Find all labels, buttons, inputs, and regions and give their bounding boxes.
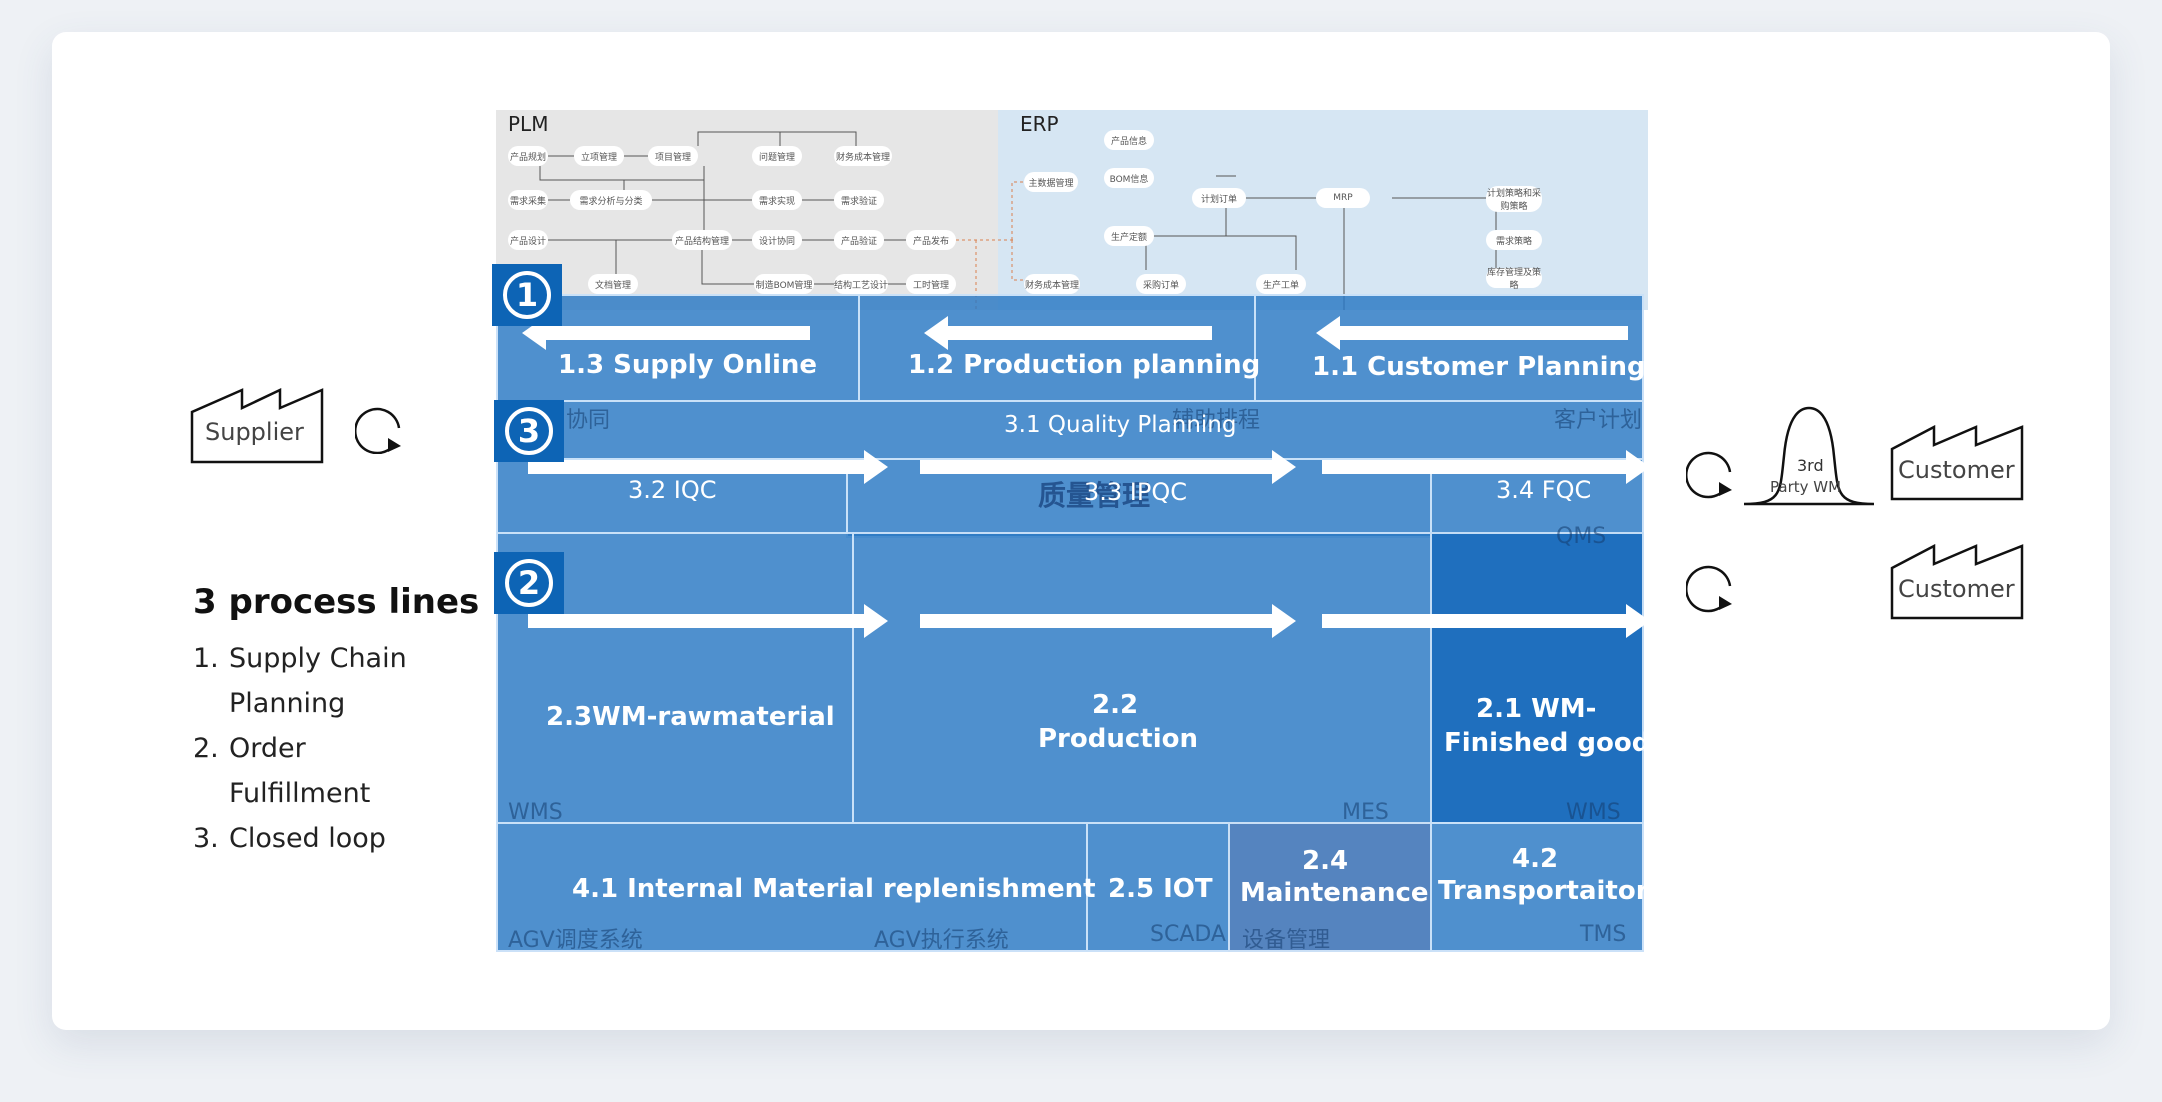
architecture-diagram: PLM ERP 产品规划 立项管理 项目管理 问题管理 财务成本管理 需求采集 … [492,110,1666,953]
plm-node: 工时管理 [906,274,956,294]
plm-node: 产品发布 [906,230,956,250]
process-lines-list: 1. Supply Chain Planning 2. Order Fulfillm… [193,636,449,861]
erp-node: BOM信息 [1104,168,1154,188]
system-label-tms: TMS [1580,922,1627,947]
erp-node: 采购订单 [1136,274,1186,294]
flow-arrow-left [1316,316,1628,350]
label-2-1-line1: 2.1 WM- [1476,694,1597,724]
cycle-icon [1685,444,1740,504]
plm-node: 需求采集 [508,190,548,210]
third-party-label-bottom: Party WM [1770,478,1842,496]
plm-node: 财务成本管理 [834,146,892,166]
plm-node: 立项管理 [574,146,624,166]
label-1-1: 1.1 Customer Planning [1312,352,1646,382]
erp-node: 主数据管理 [1024,172,1078,192]
flow-arrow-right [1322,450,1650,484]
label-2-1-line2: Finished goods [1444,728,1666,758]
label-3-4: 3.4 FQC [1496,476,1592,504]
system-label-wms-right: WMS [1566,800,1621,825]
erp-node: 计划订单 [1192,188,1246,208]
system-label-agv-exec: AGV执行系统 [874,928,1009,953]
supplier-label: Supplier [205,418,304,446]
flow-arrow-left [924,316,1212,350]
badge-process-line-1: 1 [492,264,562,326]
system-label-wms-left: WMS [508,800,563,825]
flow-arrow-right [528,450,888,484]
erp-node: 产品信息 [1104,130,1154,150]
list-item: 2. Order Fulfillment [193,733,371,809]
plm-node: 产品结构管理 [672,230,732,250]
plm-node: 需求实现 [752,190,802,210]
label-4-2-line1: 4.2 [1512,844,1559,874]
erp-node: 生产定额 [1104,226,1154,246]
system-label-agv-dispatch: AGV调度系统 [508,928,643,953]
block-1-1-customer-planning [1254,294,1644,402]
plm-node: 项目管理 [648,146,698,166]
plm-node: 结构工艺设计 [834,274,888,294]
flow-arrow-right [528,604,888,638]
erp-node: 计划策略和采购策略 [1486,186,1542,212]
flow-arrow-left [522,316,810,350]
label-1-3: 1.3 Supply Online [558,350,818,380]
list-item: 3. Closed loop [193,823,386,854]
plm-node: 文档管理 [588,274,638,294]
system-label-equipment: 设备管理 [1242,928,1331,953]
cycle-icon [1685,558,1740,618]
erp-node: 库存管理及策略 [1486,268,1542,291]
label-2-3: 2.3WM-rawmaterial [546,702,835,732]
plm-node: 需求验证 [834,190,884,210]
badge-process-line-2: 2 [494,552,564,614]
label-2-5: 2.5 IOT [1108,874,1213,904]
erp-node: 需求策略 [1486,230,1542,250]
label-3-3: 3.3 IPQC [1084,478,1187,506]
erp-node: MRP [1316,188,1370,208]
system-label-qms: QMS [1556,524,1607,549]
process-lines-title: 3 process lines [193,582,480,622]
system-label-mes: MES [1342,800,1389,825]
customer-label: Customer [1898,575,2015,603]
plm-node: 设计协同 [752,230,802,250]
badge-process-line-3: 3 [494,400,564,462]
plm-node: 产品设计 [508,230,548,250]
customer-label: Customer [1898,456,2015,484]
flow-arrow-right [920,450,1296,484]
flow-arrow-right [1322,604,1650,638]
plm-node: 需求分析与分类 [570,190,652,210]
block-2-2-production [852,532,1432,824]
label-2-4-line1: 2.4 [1302,846,1349,876]
cycle-icon [354,402,409,458]
plm-node: 产品规划 [508,146,548,166]
label-1-2: 1.2 Production planning [908,350,1261,380]
block-2-1-wm-finished-goods [1430,532,1644,824]
label-3-1: 3.1 Quality Planning [1004,412,1237,438]
plm-node: 制造BOM管理 [754,274,814,294]
label-2-2-line2: Production [1038,724,1198,754]
label-4-2-line2: Transportaiton [1438,876,1655,906]
label-2-2-line1: 2.2 [1092,690,1139,720]
system-label-scada: SCADA [1150,922,1226,947]
label-4-1: 4.1 Internal Material replenishment [572,874,1096,904]
label-3-2: 3.2 IQC [628,476,717,504]
plm-node: 问题管理 [752,146,802,166]
erp-node: 财务成本管理 [1024,274,1080,294]
plm-node: 产品验证 [834,230,884,250]
erp-node: 生产工单 [1256,274,1306,294]
flow-arrow-right [920,604,1296,638]
system-label-collab: 协同 [566,408,611,433]
block-1-2-production-planning [858,294,1256,402]
label-2-4-line2: Maintenance [1240,878,1429,908]
list-item: 1. Supply Chain Planning [193,643,407,719]
system-label-customer-plan: 客户计划 [1554,408,1643,433]
third-party-label-top: 3rd [1797,456,1824,475]
